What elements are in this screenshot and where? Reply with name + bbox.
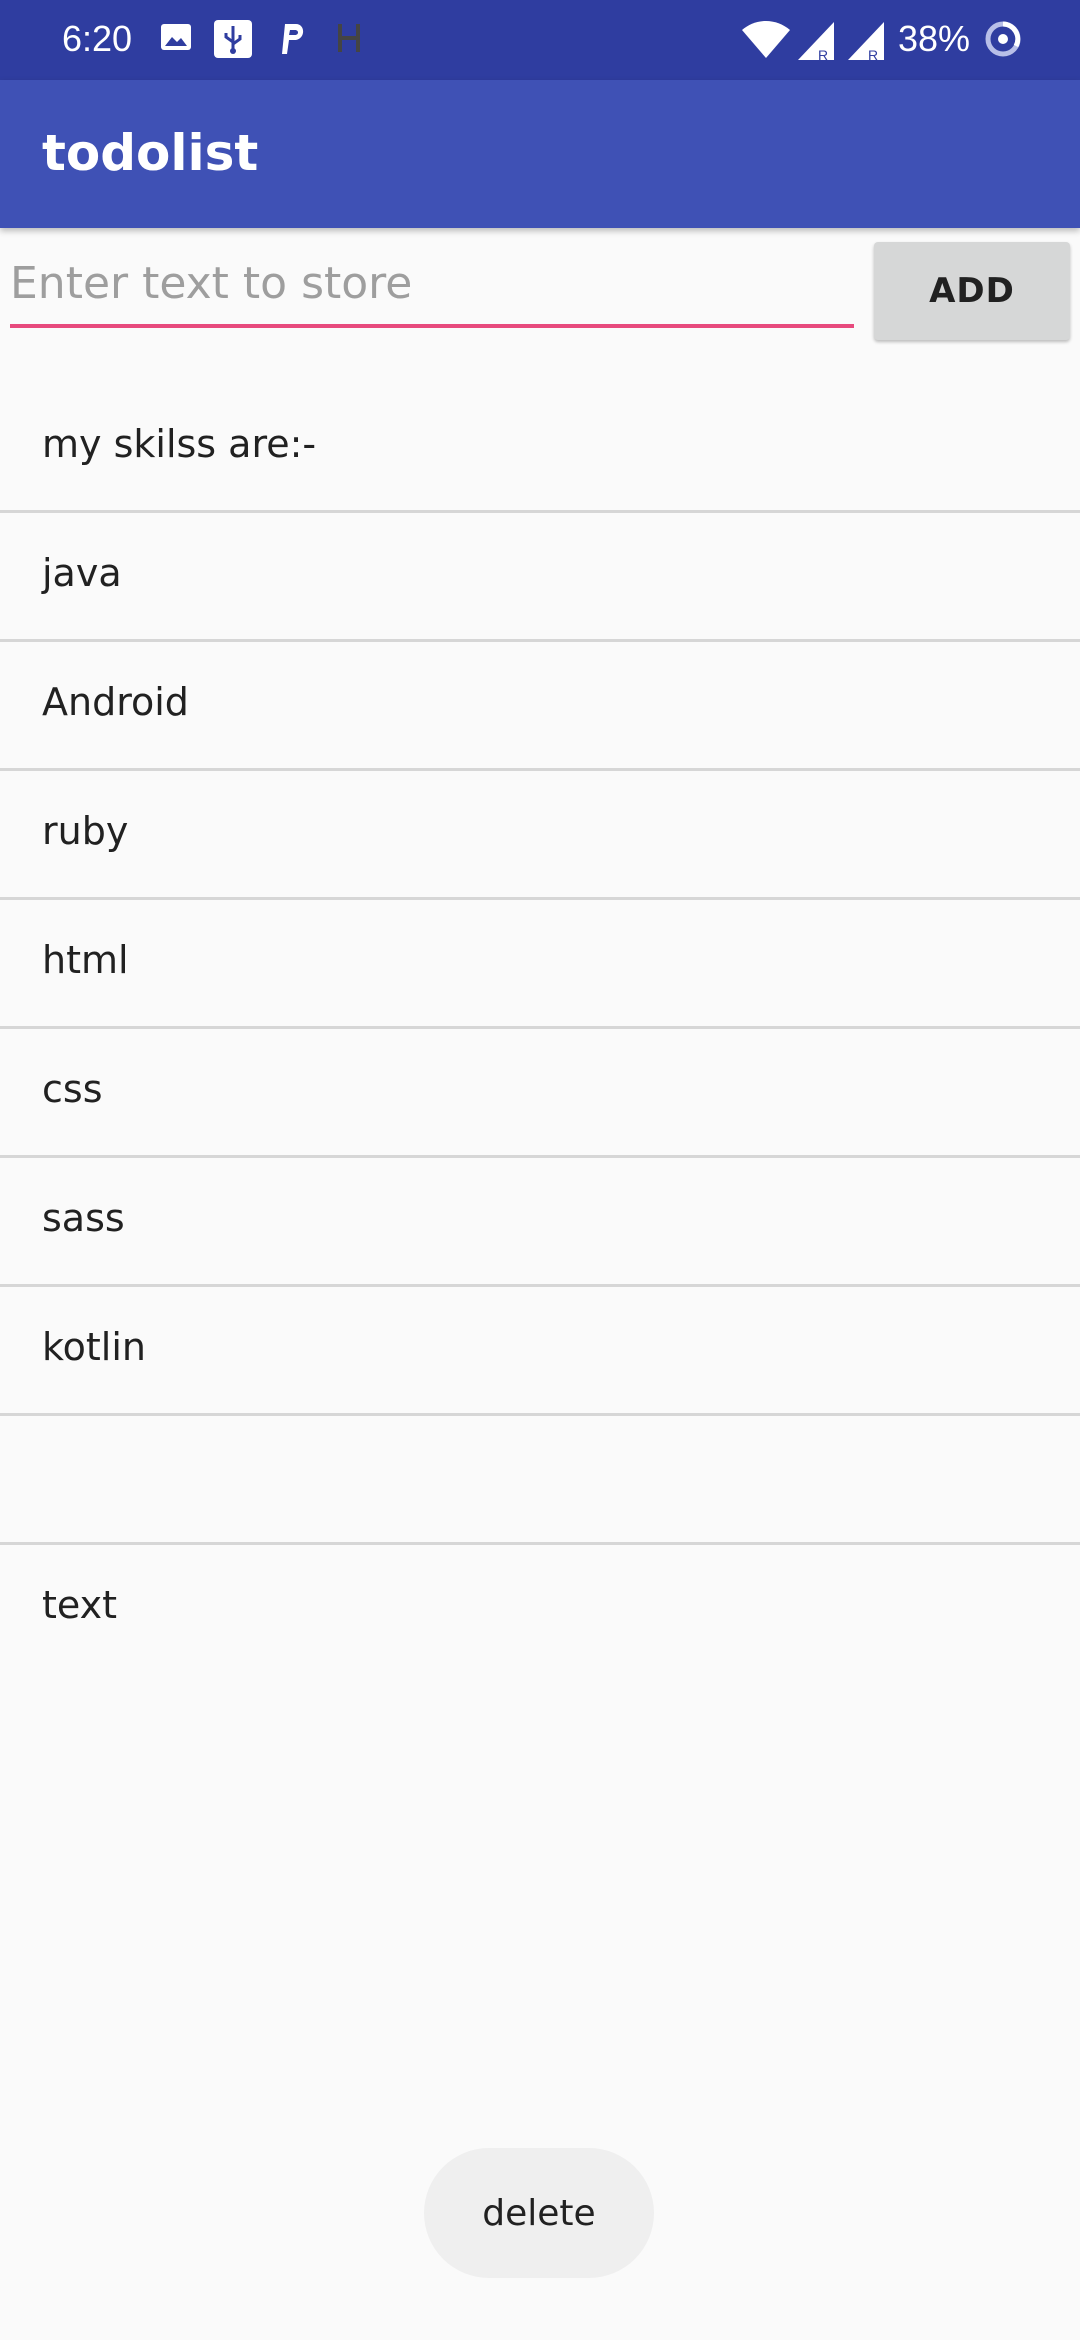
list-item[interactable]: html xyxy=(0,900,1080,1029)
list-item-label: my skilss are:- xyxy=(42,422,317,466)
list-item-label: css xyxy=(42,1067,103,1111)
battery-saver-icon xyxy=(985,21,1021,57)
status-bar: 6:20 R R 38% xyxy=(0,0,1080,80)
list-item[interactable]: my skilss are:- xyxy=(0,384,1080,513)
input-underline xyxy=(10,324,854,328)
notification-icon xyxy=(338,24,360,52)
signal-icon: R xyxy=(848,22,884,62)
list-item[interactable]: css xyxy=(0,1029,1080,1158)
list-item-label: html xyxy=(42,938,129,982)
parking-icon xyxy=(282,24,304,54)
list-item[interactable]: java xyxy=(0,513,1080,642)
status-time: 6:20 xyxy=(62,18,133,59)
svg-text:R: R xyxy=(868,47,878,62)
add-button[interactable]: ADD xyxy=(874,242,1070,340)
list-item-label: java xyxy=(42,551,122,595)
list-item[interactable]: sass xyxy=(0,1158,1080,1287)
wifi-icon xyxy=(742,21,790,58)
list-item-label: kotlin xyxy=(42,1325,146,1369)
todo-list: my skilss are:- java Android ruby html c… xyxy=(0,384,1080,1674)
svg-text:R: R xyxy=(818,47,828,62)
delete-button[interactable]: delete xyxy=(424,2148,654,2278)
list-item-label: text xyxy=(42,1583,117,1627)
app-bar: todolist xyxy=(0,80,1080,228)
list-item[interactable]: Android xyxy=(0,642,1080,771)
list-item[interactable] xyxy=(0,1416,1080,1545)
todo-text-input[interactable] xyxy=(10,254,854,312)
battery-percentage: 38% xyxy=(898,18,971,59)
input-row: ADD xyxy=(0,228,1080,348)
list-item[interactable]: ruby xyxy=(0,771,1080,900)
usb-icon xyxy=(214,20,252,58)
list-item-label: Android xyxy=(42,680,189,724)
list-item[interactable]: kotlin xyxy=(0,1287,1080,1416)
list-item-label: sass xyxy=(42,1196,125,1240)
list-item-label: ruby xyxy=(42,809,129,853)
gallery-icon xyxy=(161,24,191,50)
list-item[interactable]: text xyxy=(0,1545,1080,1674)
app-title: todolist xyxy=(42,124,259,182)
signal-icon: R xyxy=(798,22,834,62)
